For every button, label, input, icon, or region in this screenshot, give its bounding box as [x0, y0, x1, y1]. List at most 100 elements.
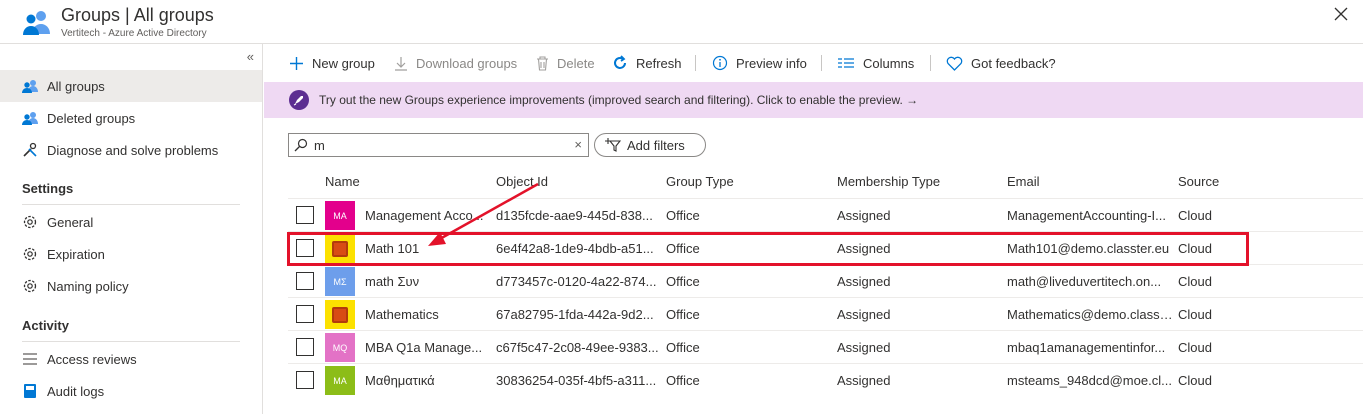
membership-type-cell: Assigned: [837, 208, 891, 223]
group-type-cell: Office: [666, 307, 700, 322]
trash-icon: [536, 55, 549, 71]
column-header-group-type[interactable]: Group Type: [666, 174, 734, 189]
email-cell: mbaq1amanagementinfor...: [1007, 340, 1166, 355]
sidebar-item-diagnose[interactable]: Diagnose and solve problems: [0, 134, 262, 166]
preview-banner[interactable]: Try out the new Groups experience improv…: [264, 82, 1363, 118]
page-subtitle: Vertitech - Azure Active Directory: [61, 28, 207, 39]
sidebar-item-general[interactable]: General: [0, 206, 262, 238]
filter-add-icon: [605, 138, 621, 152]
object-id-cell: c67f5c47-2c08-49ee-9383...: [496, 340, 659, 355]
avatar: [325, 300, 355, 329]
row-checkbox[interactable]: [296, 272, 314, 290]
sidebar-item-access-reviews[interactable]: Access reviews: [0, 343, 262, 375]
row-checkbox[interactable]: [296, 371, 314, 389]
section-heading-activity: Activity: [22, 318, 69, 333]
column-header-email[interactable]: Email: [1007, 174, 1040, 189]
book-icon: [21, 382, 39, 400]
sidebar-item-label: Diagnose and solve problems: [47, 142, 219, 158]
toolbar-divider: [695, 55, 696, 71]
refresh-button[interactable]: Refresh: [612, 44, 682, 82]
toolbar-divider: [821, 55, 822, 71]
plus-icon: [289, 56, 304, 71]
column-header-source[interactable]: Source: [1178, 174, 1219, 189]
group-type-cell: Office: [666, 373, 700, 388]
delete-label: Delete: [557, 55, 595, 71]
new-group-button[interactable]: New group: [289, 44, 375, 82]
group-name-link[interactable]: math Συν: [365, 274, 490, 289]
close-icon[interactable]: [1333, 6, 1349, 22]
membership-type-cell: Assigned: [837, 307, 891, 322]
gear-icon: [21, 213, 39, 231]
group-name-link[interactable]: MBA Q1a Manage...: [365, 340, 490, 355]
new-group-label: New group: [312, 55, 375, 71]
table-row[interactable]: MA Management Acco... d135fcde-aae9-445d…: [288, 198, 1363, 231]
table-row[interactable]: ΜΑ Μαθηματικά 30836254-035f-4bf5-a311...…: [288, 363, 1363, 396]
group-name-link[interactable]: Mathematics: [365, 307, 490, 322]
sidebar-item-naming-policy[interactable]: Naming policy: [0, 270, 262, 302]
group-name-link[interactable]: Μαθηματικά: [365, 373, 490, 388]
gear-icon: [21, 245, 39, 263]
row-checkbox[interactable]: [296, 206, 314, 224]
email-cell: msteams_948dcd@moe.cl...: [1007, 373, 1172, 388]
divider: [22, 341, 240, 342]
source-cell: Cloud: [1178, 373, 1212, 388]
sidebar-item-expiration[interactable]: Expiration: [0, 238, 262, 270]
banner-text: Try out the new Groups experience improv…: [319, 93, 919, 107]
column-header-object-id[interactable]: Object Id: [496, 174, 548, 189]
preview-info-button[interactable]: Preview info: [712, 44, 807, 82]
search-input[interactable]: [314, 137, 554, 153]
source-cell: Cloud: [1178, 340, 1212, 355]
search-box[interactable]: ×: [288, 133, 589, 157]
source-cell: Cloud: [1178, 274, 1212, 289]
table-row[interactable]: MQ MBA Q1a Manage... c67f5c47-2c08-49ee-…: [288, 330, 1363, 363]
group-type-cell: Office: [666, 208, 700, 223]
columns-button[interactable]: Columns: [837, 44, 914, 82]
feedback-button[interactable]: Got feedback?: [946, 44, 1056, 82]
delete-button[interactable]: Delete: [536, 44, 595, 82]
sidebar-item-label: Access reviews: [47, 351, 137, 367]
wrench-icon: [21, 141, 39, 159]
table-row[interactable]: ΜΣ math Συν d773457c-0120-4a22-874... Of…: [288, 264, 1363, 297]
toolbar-divider: [930, 55, 931, 71]
collapse-sidebar-icon[interactable]: «: [247, 49, 254, 64]
column-header-membership-type[interactable]: Membership Type: [837, 174, 940, 189]
gear-icon: [21, 277, 39, 295]
sidebar-item-label: Expiration: [47, 246, 105, 262]
email-cell: math@liveduvertitech.on...: [1007, 274, 1162, 289]
sidebar-item-audit-logs[interactable]: Audit logs: [0, 375, 262, 407]
columns-label: Columns: [863, 55, 915, 71]
add-filters-button[interactable]: Add filters: [594, 133, 706, 157]
sidebar-item-label: Naming policy: [47, 278, 129, 294]
heart-icon: [946, 56, 963, 71]
object-id-cell: 30836254-035f-4bf5-a311...: [496, 373, 657, 388]
highlight-box: [287, 232, 1249, 266]
email-cell: Mathematics@demo.classt...: [1007, 307, 1173, 322]
divider: [22, 204, 240, 205]
object-id-cell: d773457c-0120-4a22-874...: [496, 274, 657, 289]
refresh-label: Refresh: [636, 55, 682, 71]
row-checkbox[interactable]: [296, 338, 314, 356]
sidebar-item-label: Audit logs: [47, 383, 105, 399]
group-type-cell: Office: [666, 274, 700, 289]
download-icon: [394, 56, 408, 71]
sidebar-item-deleted-groups[interactable]: Deleted groups: [0, 102, 262, 134]
table-row[interactable]: Mathematics 67a82795-1fda-442a-9d2... Of…: [288, 297, 1363, 330]
group-type-cell: Office: [666, 340, 700, 355]
object-id-cell: 67a82795-1fda-442a-9d2...: [496, 307, 654, 322]
object-id-cell: d135fcde-aae9-445d-838...: [496, 208, 653, 223]
row-checkbox[interactable]: [296, 305, 314, 323]
column-header-name[interactable]: Name: [325, 174, 360, 189]
sidebar-item-all-groups[interactable]: All groups: [0, 70, 262, 102]
download-groups-button[interactable]: Download groups: [394, 44, 517, 82]
source-cell: Cloud: [1178, 208, 1212, 223]
membership-type-cell: Assigned: [837, 373, 891, 388]
sidebar: « All groups Deleted groups Diagnose and…: [0, 44, 263, 414]
clear-search-icon[interactable]: ×: [574, 137, 582, 152]
avatar: ΜΑ: [325, 366, 355, 395]
sidebar-item-label: Deleted groups: [47, 110, 136, 126]
avatar: MQ: [325, 333, 355, 362]
groups-logo-icon: [22, 8, 52, 36]
command-bar: New group Download groups Delete Refresh…: [264, 44, 1363, 82]
page-title: Groups | All groups: [61, 5, 214, 25]
info-icon: [712, 55, 728, 71]
